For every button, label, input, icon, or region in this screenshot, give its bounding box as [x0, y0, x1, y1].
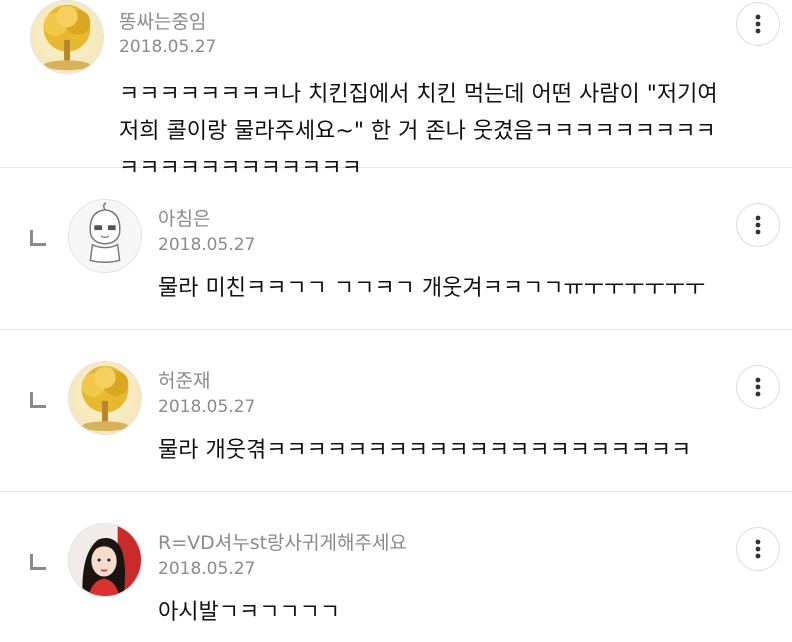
comment-username[interactable]: 아침은 — [158, 204, 210, 231]
more-options-button[interactable] — [736, 527, 780, 571]
comment-username[interactable]: 허준재 — [158, 366, 210, 393]
default-character-avatar[interactable] — [68, 199, 142, 273]
more-options-button[interactable] — [736, 203, 780, 247]
comment-item: 똥싸는중임 2018.05.27 ㅋㅋㅋㅋㅋㅋㅋㅋ나 치킨집에서 치킨 먹는데 … — [0, 0, 792, 181]
more-options-button[interactable] — [736, 2, 780, 46]
more-vertical-icon — [755, 215, 761, 235]
more-vertical-icon — [755, 14, 761, 34]
profile-photo-avatar[interactable] — [68, 523, 142, 597]
golden-tree-avatar[interactable] — [30, 0, 104, 74]
comment-date: 2018.05.27 — [158, 397, 256, 417]
reply-item: 아침은 2018.05.27 물라 미친ㅋㅋㄱㄱ ㄱㄱㅋㄱ 개웃겨ㅋㅋㄱㄱㅠㅜㅜ… — [0, 168, 792, 330]
more-vertical-icon — [755, 539, 761, 559]
comment-date: 2018.05.27 — [158, 559, 256, 579]
comment-text: 아시발ㄱㅋㄱㄱㄱㄱ — [158, 600, 341, 625]
golden-tree-avatar[interactable] — [68, 361, 142, 435]
reply-item: R=VD셔누st랑사귀게해주세요 2018.05.27 아시발ㄱㅋㄱㄱㄱㄱ — [0, 492, 792, 642]
comment-date: 2018.05.27 — [158, 235, 256, 255]
comment-text: 물라 미친ㅋㅋㄱㄱ ㄱㄱㅋㄱ 개웃겨ㅋㅋㄱㄱㅠㅜㅜㅜㅜㅜㅜ — [158, 276, 706, 301]
reply-item: 허준재 2018.05.27 물라 개웃겪ㅋㅋㅋㅋㅋㅋㅋㅋㅋㅋㅋㅋㅋㅋㅋㅋㅋㅋㅋ… — [0, 330, 792, 492]
reply-indicator-icon — [30, 554, 46, 570]
more-vertical-icon — [755, 377, 761, 397]
comment-text: 물라 개웃겪ㅋㅋㅋㅋㅋㅋㅋㅋㅋㅋㅋㅋㅋㅋㅋㅋㅋㅋㅋㅋㅋ — [158, 438, 692, 463]
more-options-button[interactable] — [736, 365, 780, 409]
reply-indicator-icon — [30, 230, 46, 246]
comment-username[interactable]: 똥싸는중임 — [119, 7, 206, 34]
comment-date: 2018.05.27 — [119, 37, 217, 57]
reply-indicator-icon — [30, 392, 46, 408]
comment-username[interactable]: R=VD셔누st랑사귀게해주세요 — [158, 528, 407, 555]
